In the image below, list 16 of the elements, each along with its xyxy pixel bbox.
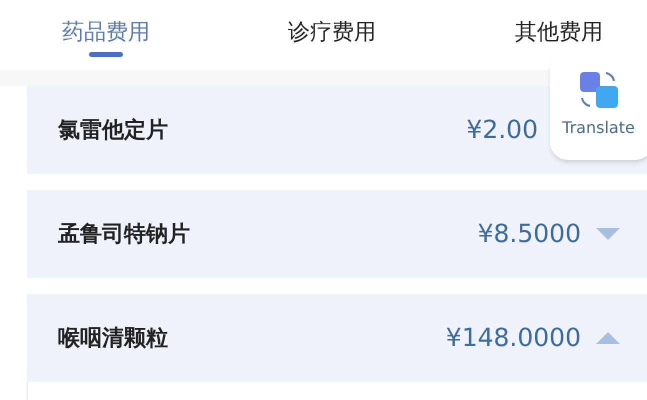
expense-row[interactable]: 喉咽清颗粒 ¥148.0000: [27, 294, 647, 382]
caret-up-icon[interactable]: [596, 332, 620, 344]
tab[interactable]: 其他费用: [415, 0, 647, 50]
price: ¥148.0000: [446, 322, 581, 354]
expense-row[interactable]: 孟鲁司特钠片 ¥8.5000: [27, 190, 647, 278]
price: ¥2.00: [466, 114, 538, 146]
tab[interactable]: 诊疗费用: [200, 0, 415, 50]
price: ¥8.5000: [478, 218, 581, 250]
caret-down-icon[interactable]: [596, 228, 620, 240]
drug-name: 孟鲁司特钠片: [58, 220, 191, 248]
drug-name: 氯雷他定片: [58, 116, 169, 144]
tab-indicator: [89, 52, 123, 56]
drug-name: 喉咽清颗粒: [58, 324, 169, 352]
tab[interactable]: 药品费用: [0, 0, 200, 50]
translate-icon: [578, 70, 620, 110]
translate-popup-menu[interactable]: Translate: [550, 50, 647, 160]
